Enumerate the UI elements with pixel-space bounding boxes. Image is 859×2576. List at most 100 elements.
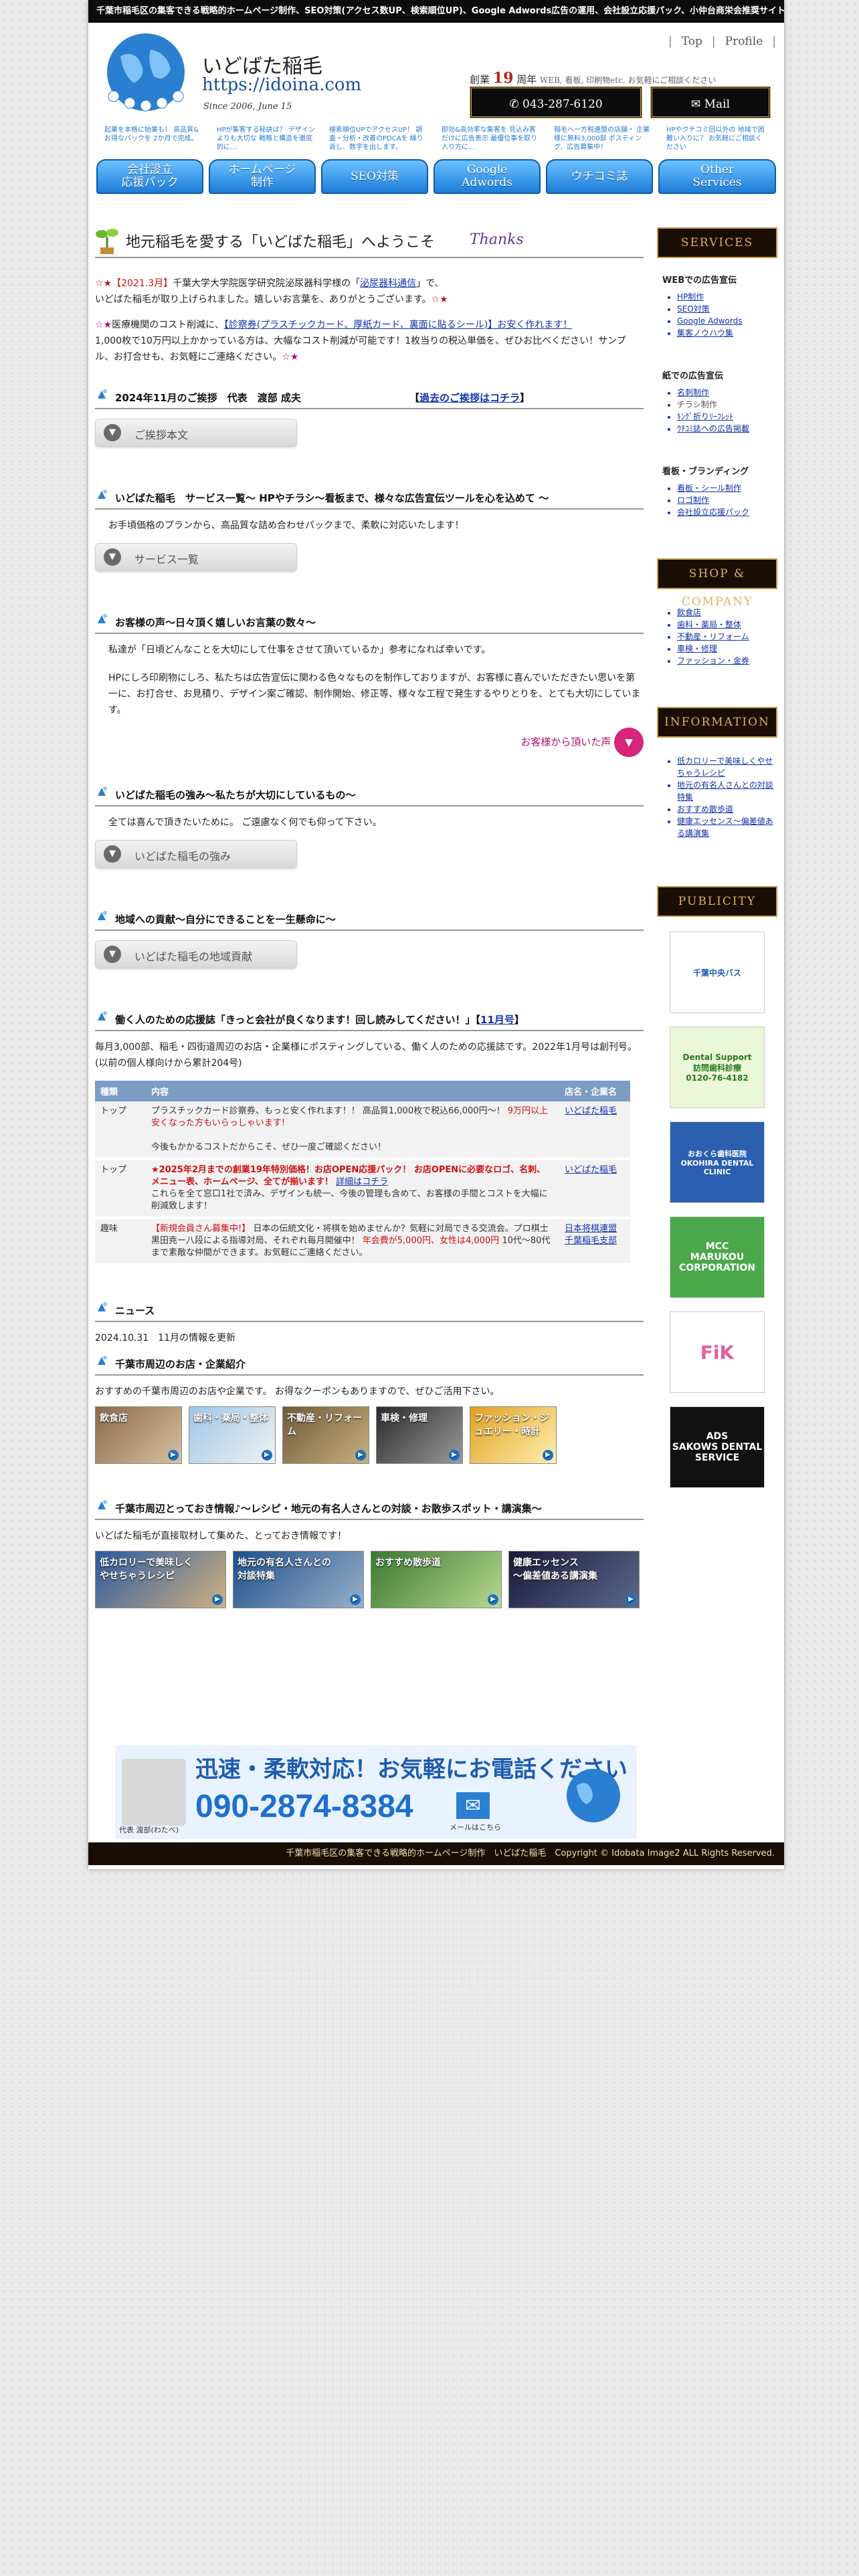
- nav-tab-adwords[interactable]: Google Adwords: [434, 159, 541, 194]
- sidebar-item-dental[interactable]: 歯科・薬局・整体: [677, 620, 741, 629]
- sidebar-item-recipe[interactable]: 低カロリーで美味しくやせちゃうレシピ: [677, 756, 773, 778]
- banner-fik[interactable]: FiK: [670, 1311, 765, 1393]
- teaser-text: 稲毛へ一方税連盟の店舗・ 企業様に無料3,000部 ポスティング、広告募集中！: [554, 126, 650, 151]
- sidebar-item-adwords[interactable]: Google Adwords: [677, 316, 743, 326]
- sidebar-list-paper: 名刺制作 チラシ制作 ｷﾝｸﾞ折りﾘｰﾌﾚｯﾄ ｳﾁｺﾐ誌への広告掲載: [677, 387, 777, 435]
- col-header: 内容: [146, 1081, 559, 1101]
- bracket: 【: [409, 392, 420, 404]
- thumb-car-repair[interactable]: 車検・修理 ▶: [376, 1406, 463, 1464]
- sparkle-icon: [98, 911, 107, 920]
- thumb-realestate[interactable]: 不動産・リフォーム ▶: [282, 1406, 369, 1464]
- sidebar-item-seo[interactable]: SEO対策: [677, 304, 710, 314]
- sidebar-item-hp[interactable]: HP制作: [677, 292, 704, 302]
- sidebar-list-sign: 看板・シール制作 ロゴ制作 会社設立応援パック: [677, 482, 777, 518]
- nav-tab-other-services[interactable]: Other Services: [658, 159, 776, 194]
- text: 今後もかかるコストだからこそ、ぜひ一度ご確認ください！: [151, 1142, 387, 1152]
- cell-shop: 日本将棋連盟 千葉稲毛支部: [559, 1218, 630, 1266]
- thumb-restaurant[interactable]: 飲食店 ▶: [95, 1406, 182, 1464]
- greeting-button[interactable]: ▼ ご挨拶本文: [95, 419, 297, 447]
- urology-link[interactable]: 泌尿器科通信: [360, 278, 416, 289]
- banner-okohira[interactable]: おおくら歯科医院 OKOHIRA DENTAL CLINIC: [670, 1121, 765, 1203]
- thumb-dental[interactable]: 歯科・薬局・整体 ▶: [189, 1406, 276, 1464]
- nav-tab-seo[interactable]: SEO対策: [321, 159, 428, 194]
- sparkle-icon: [98, 1500, 107, 1509]
- sidebar-item-knowhow[interactable]: 集客ノウハウ集: [677, 328, 733, 338]
- thumb-walk[interactable]: おすすめ散歩道 ▶: [371, 1551, 502, 1608]
- sidebar-item-interview[interactable]: 地元の有名人さんとの対談特集: [677, 780, 773, 802]
- sidebar-head-publicity: PUBLICITY: [657, 886, 777, 917]
- services-button[interactable]: ▼ サービス一覧: [95, 543, 297, 571]
- sidebar-item-leaflet[interactable]: ｷﾝｸﾞ折りﾘｰﾌﾚｯﾄ: [677, 412, 733, 421]
- representative-photo: [122, 1759, 186, 1826]
- tel-number: 043-287-6120: [522, 98, 603, 111]
- sidebar-sub-paper: 紙での広告宣伝: [662, 371, 724, 381]
- text: いどばた稲毛が取り上げられました。嬉しいお言葉を、ありがとうございます。: [95, 294, 432, 305]
- nav-tab-homepage[interactable]: ホームページ 制作: [209, 159, 316, 194]
- sidebar-head-shop: SHOP & COMPANY: [657, 558, 777, 609]
- strengths-button[interactable]: ▼ いどばた稲毛の強み: [95, 840, 297, 868]
- top-banner-text: 千葉市稲毛区の集客できる戦略的ホームページ制作、SEO対策(アクセス数UP、検索…: [88, 0, 784, 23]
- thumb-interview[interactable]: 地元の有名人さんとの 対談特集 ▶: [233, 1551, 364, 1608]
- local-info-title: 千葉市周辺とっておき情報♪～レシピ・地元の有名人さんとの対談・お散歩スポット・講…: [115, 1503, 542, 1515]
- info-thumbs: 低カロリーで美味しく やせちゃうレシピ ▶ 地元の有名人さんとの 対談特集 ▶ おす…: [95, 1551, 644, 1615]
- highlight: 【新規会員さん募集中!】: [151, 1224, 251, 1234]
- banner-ads[interactable]: ADS SAKOWS DENTAL SERVICE: [670, 1406, 765, 1488]
- banner-dental-support[interactable]: Dental Support 訪問歯科診療 0120-76-4182: [670, 1027, 765, 1108]
- sidebar-item-health[interactable]: 健康エッセンス～偏差値ある講演集: [677, 817, 773, 838]
- voices-section: お客様の声～日々頂く嬉しいお言葉の数々～ 私達が「日頃どんなことを大切にして仕事…: [95, 611, 644, 757]
- nav-tab-company-setup[interactable]: 会社設立 応援パック: [96, 159, 203, 194]
- envelope-icon[interactable]: ✉: [456, 1792, 490, 1819]
- mail-button[interactable]: ✉ Mail: [650, 86, 771, 118]
- cell-kind: トップ: [95, 1159, 146, 1219]
- greeting-archive-link[interactable]: 過去のご挨拶はコチラ: [419, 392, 520, 404]
- sidebar-item-flyer[interactable]: チラシ制作: [677, 400, 717, 409]
- banner-mcc[interactable]: MCC MARUKOU CORPORATION: [670, 1216, 765, 1298]
- tel-button[interactable]: ✆ 043-287-6120: [470, 86, 642, 118]
- shop-link[interactable]: いどばた稲毛: [565, 1165, 617, 1175]
- call-banner[interactable]: 代表 渡部(わたべ) 迅速・柔軟対応！お気軽にお電話ください 090-2874-…: [115, 1745, 637, 1839]
- sparkle-icon: [98, 1356, 107, 1365]
- shop-link[interactable]: いどばた稲毛: [565, 1106, 617, 1116]
- sidebar-item-logo[interactable]: ロゴ制作: [677, 496, 709, 505]
- table-row: トップ プラスチックカード診察券、もっと安く作れます！！ 高品質1,000枚で税…: [95, 1101, 630, 1160]
- shop-link[interactable]: 日本将棋連盟 千葉稲毛支部: [565, 1224, 617, 1246]
- thumb-fashion[interactable]: ファッション・ジュエリー・時計 ▶: [470, 1406, 557, 1464]
- thumb-recipe[interactable]: 低カロリーで美味しく やせちゃうレシピ ▶: [95, 1551, 226, 1608]
- sidebar-item-fashion[interactable]: ファッション・金券: [677, 656, 749, 665]
- text: 働く人のための応援誌「きっと会社が良くなります！回し読みしてください！」【: [115, 1014, 481, 1026]
- voices-more-link[interactable]: お客様から頂いた声 ▼: [95, 728, 644, 757]
- card-link[interactable]: 【診察券(プラスチックカード、厚紙カード、裏面に貼るシール)】お安く作れます！: [224, 320, 573, 330]
- globe-logo-icon: [567, 1769, 620, 1822]
- sparkle-icon: [98, 614, 107, 623]
- strengths-title: いどばた稲毛の強み～私たちが大切にしているもの～: [115, 789, 356, 801]
- sidebar-item-car[interactable]: 車検・修理: [677, 644, 717, 653]
- services-title: いどばた稲毛 サービス一覧～ HPやチラシ～看板まで、様々な広告宣伝ツールを心を…: [115, 492, 549, 504]
- detail-link[interactable]: 詳細はコチラ: [336, 1177, 388, 1187]
- sidebar-item-card[interactable]: 名刺制作: [677, 388, 709, 397]
- call-phone[interactable]: 090-2874-8384: [195, 1788, 413, 1825]
- profile-link[interactable]: Profile: [725, 35, 763, 48]
- thumb-lectures[interactable]: 健康エッセンス ～偏差値ある講演集 ▶: [508, 1551, 640, 1608]
- globe-logo-icon[interactable]: [100, 29, 191, 115]
- local-info-desc: いどばた稲毛が直接取材して集めた、とっておき情報です！: [95, 1531, 347, 1541]
- sidebar-item-startup-pack[interactable]: 会社設立応援パック: [677, 508, 749, 517]
- sidebar-item-magazine-ad[interactable]: ｳﾁｺﾐ誌への広告掲載: [677, 424, 749, 433]
- brand-url[interactable]: https://idoina.com: [202, 75, 361, 95]
- top-link[interactable]: Top: [682, 35, 702, 48]
- chevron-down-icon: ▼: [104, 946, 121, 963]
- strengths-desc: 全ては喜んで頂きたいために。 ご遠慮なく何でも仰って下さい。: [108, 817, 382, 828]
- sidebar-item-walk[interactable]: おすすめ散歩道: [677, 804, 733, 814]
- teaser-text: HPやクチコミ回以外の 地域で困難い入りに？ お気軽にご相談ください: [666, 126, 765, 151]
- sidebar-item-sign[interactable]: 看板・シール制作: [677, 484, 741, 493]
- banner-bus[interactable]: 千葉中央バス: [670, 932, 765, 1013]
- play-icon: ▶: [626, 1594, 636, 1605]
- sidebar-item-realestate[interactable]: 不動産・リフォーム: [677, 632, 749, 641]
- sidebar-sub-web: WEBでの広告宣伝: [662, 276, 737, 286]
- contribution-button[interactable]: ▼ いどばた稲毛の地域貢献: [95, 940, 297, 968]
- mail-link-label[interactable]: メールはこちら: [450, 1822, 501, 1832]
- sidebar-item-food[interactable]: 飲食店: [677, 608, 701, 617]
- greeting-archive: 【過去のご挨拶はコチラ】: [409, 391, 530, 405]
- nav-tab-uchikomi[interactable]: ウチコミ誌: [546, 159, 653, 194]
- issue-link[interactable]: 11月号: [480, 1014, 514, 1026]
- play-icon: ▶: [488, 1594, 498, 1605]
